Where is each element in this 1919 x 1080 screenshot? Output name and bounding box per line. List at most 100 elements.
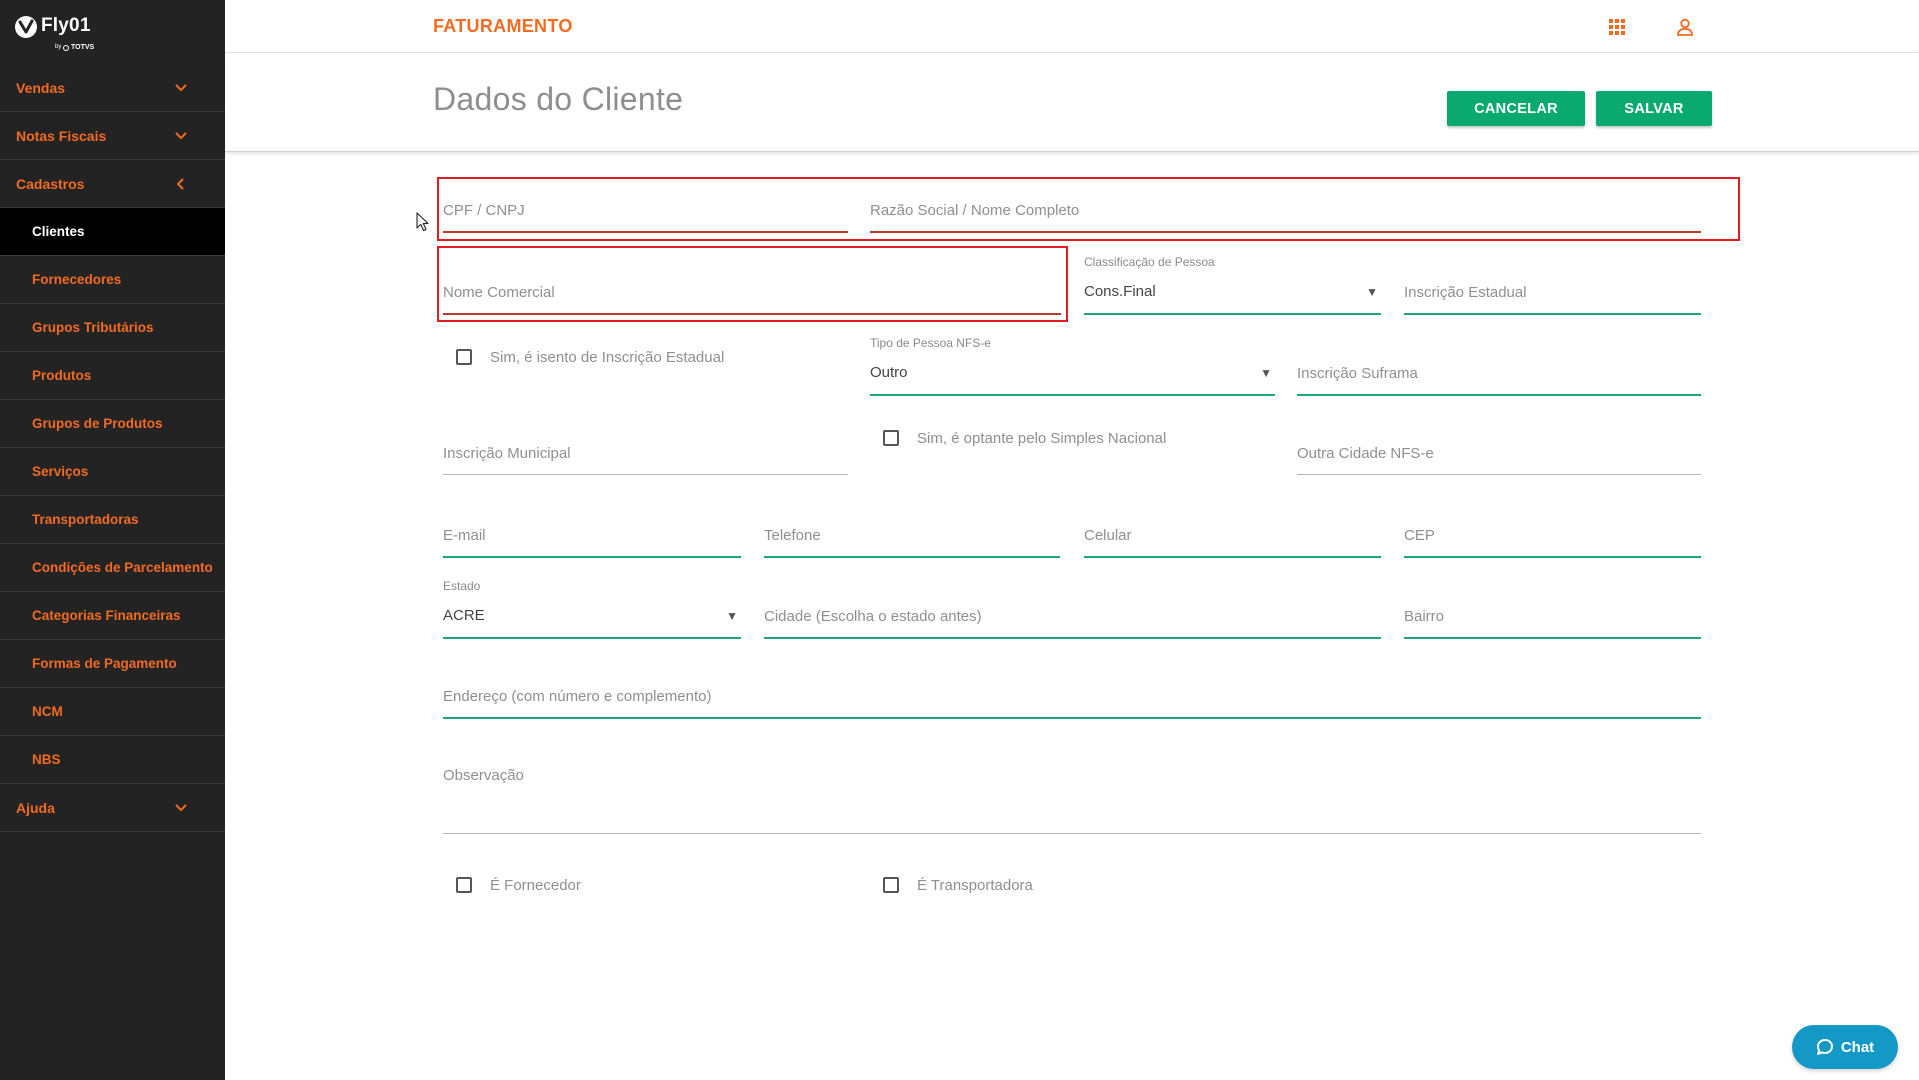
nome-comercial-input[interactable]: [443, 271, 1061, 313]
inscricao-suframa-input[interactable]: [1297, 352, 1701, 394]
checkbox-box[interactable]: [456, 349, 472, 365]
sidebar-item-ajuda[interactable]: Ajuda: [0, 784, 225, 832]
fly01-logo-icon: [15, 16, 37, 38]
bairro-field: [1404, 595, 1701, 639]
chat-bubble-icon: [1816, 1039, 1833, 1055]
sidebar-item-transportadoras[interactable]: Transportadoras: [0, 496, 225, 544]
sidebar-item-label: Ajuda: [16, 799, 55, 816]
main-area: FATURAMENTO Dados do Cliente CANCELAR SA…: [225, 0, 1919, 1080]
sidebar-item-formas-de-pagamento[interactable]: Formas de Pagamento: [0, 640, 225, 688]
outra-cidade-nfse-input[interactable]: [1297, 432, 1701, 474]
tipo-pessoa-nfse-select[interactable]: Tipo de Pessoa NFS-e Outro ▼: [870, 336, 1275, 396]
chat-button[interactable]: Chat: [1792, 1025, 1898, 1069]
email-field: [443, 514, 741, 558]
optante-simples-checkbox[interactable]: Sim, é optante pelo Simples Nacional: [883, 429, 1167, 447]
inscricao-estadual-input[interactable]: [1404, 271, 1701, 313]
endereco-field: [443, 675, 1701, 719]
e-transportadora-checkbox[interactable]: É Transportadora: [883, 876, 1033, 894]
classificacao-pessoa-value: Cons.Final: [1084, 283, 1156, 300]
sidebar-item-cadastros[interactable]: Cadastros: [0, 160, 225, 208]
endereco-input[interactable]: [443, 675, 1701, 717]
tipo-pessoa-nfse-value: Outro: [870, 364, 908, 381]
estado-value: ACRE: [443, 607, 485, 624]
page-title: Dados do Cliente: [433, 81, 684, 117]
sidebar-item-label: Transportadoras: [32, 512, 139, 527]
sidebar-item-label: Fornecedores: [32, 272, 122, 287]
sidebar-item-produtos[interactable]: Produtos: [0, 352, 225, 400]
chevron-left-icon: [175, 177, 187, 190]
sidebar-item-vendas[interactable]: Vendas: [0, 64, 225, 112]
sidebar-item-label: Serviços: [32, 464, 89, 479]
top-bar: FATURAMENTO: [225, 0, 1919, 53]
classificacao-pessoa-label: Classificação de Pessoa: [1084, 255, 1215, 269]
sidebar-item-categorias-financeiras[interactable]: Categorias Financeiras: [0, 592, 225, 640]
sidebar-item-ncm[interactable]: NCM: [0, 688, 225, 736]
observacao-field: [443, 754, 1701, 834]
save-button[interactable]: SALVAR: [1596, 91, 1712, 126]
observacao-textarea[interactable]: [443, 754, 1701, 833]
razao-social-field: [870, 189, 1701, 233]
estado-select[interactable]: Estado ACRE ▼: [443, 579, 741, 639]
cancel-button[interactable]: CANCELAR: [1447, 91, 1585, 126]
inscricao-municipal-field: [443, 432, 848, 475]
sidebar-item-label: Vendas: [16, 79, 66, 96]
optante-simples-label: Sim, é optante pelo Simples Nacional: [917, 429, 1167, 447]
sidebar-item-nbs[interactable]: NBS: [0, 736, 225, 784]
user-icon[interactable]: [1676, 18, 1694, 36]
cpf-cnpj-field: [443, 189, 848, 233]
dropdown-arrow-icon: ▼: [1260, 366, 1272, 380]
classificacao-pessoa-select[interactable]: Classificação de Pessoa Cons.Final ▼: [1084, 255, 1381, 315]
cpf-cnpj-input[interactable]: [443, 189, 848, 231]
sidebar-item-grupos-de-produtos[interactable]: Grupos de Produtos: [0, 400, 225, 448]
razao-social-input[interactable]: [870, 189, 1701, 231]
app-logo[interactable]: Fly01 by TOTVS: [0, 0, 225, 64]
sidebar-item-grupos-tributarios[interactable]: Grupos Tributários: [0, 304, 225, 352]
chevron-down-icon: [175, 82, 187, 94]
chat-label: Chat: [1840, 1038, 1875, 1056]
chevron-down-icon: [175, 802, 187, 814]
isento-ie-label: Sim, é isento de Inscrição Estadual: [490, 348, 725, 366]
nome-comercial-field: [443, 271, 1061, 315]
e-fornecedor-label: É Fornecedor: [490, 876, 581, 894]
tipo-pessoa-nfse-label: Tipo de Pessoa NFS-e: [870, 336, 991, 350]
checkbox-box[interactable]: [883, 430, 899, 446]
sidebar-item-label: Produtos: [32, 368, 92, 383]
sidebar-item-label: Formas de Pagamento: [32, 656, 177, 671]
sidebar-item-label: NCM: [32, 704, 63, 719]
grid-icon[interactable]: [1609, 19, 1625, 35]
module-title[interactable]: FATURAMENTO: [433, 0, 573, 53]
checkbox-box[interactable]: [883, 877, 899, 893]
mouse-cursor-icon: [416, 212, 429, 232]
dropdown-arrow-icon: ▼: [726, 609, 738, 623]
sidebar-item-label: Categorias Financeiras: [32, 608, 181, 623]
page-header: Dados do Cliente CANCELAR SALVAR: [225, 53, 1919, 152]
sidebar-item-servicos[interactable]: Serviços: [0, 448, 225, 496]
bairro-input[interactable]: [1404, 595, 1701, 637]
sidebar-item-label: Cadastros: [16, 175, 85, 192]
sidebar-item-fornecedores[interactable]: Fornecedores: [0, 256, 225, 304]
cep-input[interactable]: [1404, 514, 1701, 556]
e-transportadora-label: É Transportadora: [917, 876, 1033, 894]
email-input[interactable]: [443, 514, 741, 556]
sidebar-item-condicoes-de-parcelamento[interactable]: Condições de Parcelamento: [0, 544, 225, 592]
sidebar-item-label: NBS: [32, 752, 61, 767]
celular-field: [1084, 514, 1381, 558]
e-fornecedor-checkbox[interactable]: É Fornecedor: [456, 876, 581, 894]
logo-by: by: [55, 44, 62, 50]
inscricao-municipal-input[interactable]: [443, 432, 848, 474]
celular-input[interactable]: [1084, 514, 1381, 556]
logo-name: Fly01: [41, 15, 91, 36]
cidade-field: [764, 595, 1381, 639]
logo-brand: TOTVS: [71, 44, 95, 51]
outra-cidade-nfse-field: [1297, 432, 1701, 475]
sidebar-item-label: Clientes: [32, 224, 85, 239]
telefone-input[interactable]: [764, 514, 1060, 556]
cidade-input[interactable]: [764, 595, 1381, 637]
sidebar-item-clientes[interactable]: Clientes: [0, 208, 225, 256]
chevron-down-icon: [175, 130, 187, 142]
telefone-field: [764, 514, 1060, 558]
sidebar-item-notas-fiscais[interactable]: Notas Fiscais: [0, 112, 225, 160]
sidebar-item-label: Grupos de Produtos: [32, 416, 163, 431]
isento-ie-checkbox[interactable]: Sim, é isento de Inscrição Estadual: [456, 348, 725, 366]
checkbox-box[interactable]: [456, 877, 472, 893]
